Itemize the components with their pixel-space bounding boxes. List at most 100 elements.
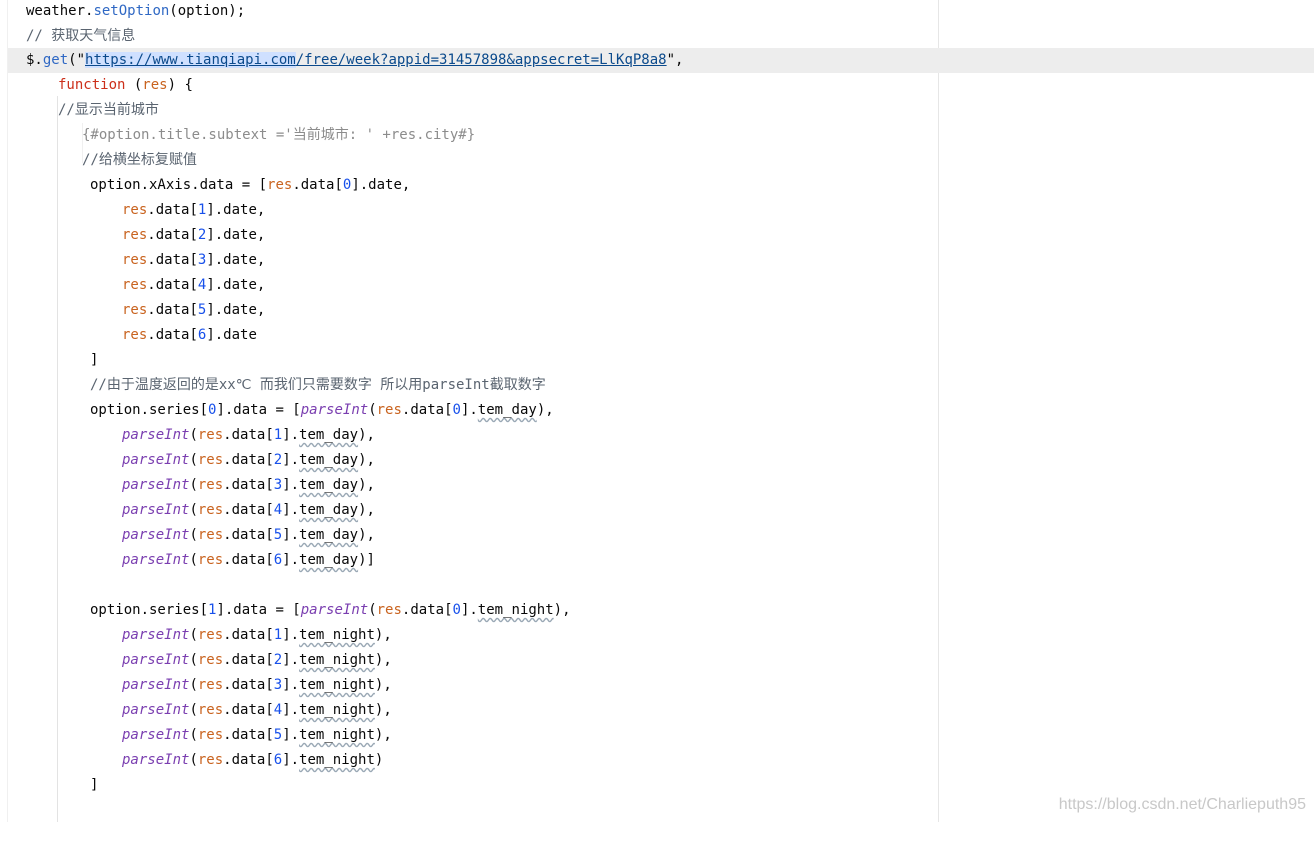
code-line[interactable]: parseInt(res.data[3].tem_day), [0,473,375,498]
code-line[interactable]: parseInt(res.data[5].tem_day), [0,523,375,548]
right-margin-guide [938,0,939,822]
code-token: )] [358,552,375,568]
code-line[interactable]: parseInt(res.data[2].tem_night), [0,648,392,673]
code-line[interactable]: parseInt(res.data[1].tem_night), [0,623,392,648]
number-token: 1 [273,427,283,443]
param-token: res [122,277,148,293]
property-token: tem_day [299,477,359,493]
code-line[interactable]: ] [0,773,98,798]
function-token: parseInt [300,602,369,618]
param-token: res [197,727,224,743]
code-line[interactable]: parseInt(res.data[4].tem_night), [0,698,392,723]
url-link[interactable]: https://www.tianqiapi.com [85,52,296,68]
code-line[interactable]: parseInt(res.data[1].tem_day), [0,423,375,448]
code-comment: {#option.title.subtext ='当前城市: ' +res.ci… [82,127,476,143]
property-token: tem_day [299,452,359,468]
code-line[interactable]: res.data[2].date, [0,223,265,248]
code-token: (option); [169,3,246,19]
code-token: .data[ [147,277,198,293]
code-token: .data[ [223,677,274,693]
code-token: ( [189,452,198,468]
code-token: .data[ [223,502,274,518]
code-token: ), [374,727,392,743]
number-token: 2 [273,452,283,468]
number-token: 6 [273,752,283,768]
code-token: option.series[ [90,602,209,618]
code-token: ]. [282,752,300,768]
code-comment: // 获取天气信息 [26,28,136,44]
code-line[interactable]: //由于温度返回的是xx℃ 而我们只需要数字 所以用parseInt截取数字 [0,373,546,398]
code-token: ]. [282,677,300,693]
function-token: parseInt [122,502,190,518]
property-token: tem_night [477,602,554,618]
code-token: ]. [282,527,300,543]
code-line[interactable]: // 获取天气信息 [0,24,135,49]
code-token: option.series[ [90,402,209,418]
code-line[interactable]: ] [0,348,98,373]
function-token: parseInt [122,727,190,743]
code-token: ( [189,627,198,643]
code-token: .data[ [223,627,274,643]
code-line[interactable]: parseInt(res.data[6].tem_day)] [0,548,375,573]
code-line[interactable]: function (res) { [0,73,193,98]
code-token: ( [189,727,198,743]
param-token: res [122,227,148,243]
code-token: ]. [282,452,300,468]
param-token: res [376,402,402,418]
code-token: ), [374,702,392,718]
property-token: tem_night [299,702,375,718]
code-line[interactable]: parseInt(res.data[4].tem_day), [0,498,375,523]
param-token: res [197,452,224,468]
code-line[interactable]: parseInt(res.data[6].tem_night) [0,748,383,773]
code-token: ].date, [206,277,266,293]
code-line[interactable]: res.data[3].date, [0,248,265,273]
number-token: 6 [273,552,283,568]
code-line[interactable]: parseInt(res.data[3].tem_night), [0,673,392,698]
code-token: ), [553,602,571,618]
code-line[interactable]: //显示当前城市 [0,98,159,123]
keyword-token: function [58,77,126,93]
code-token: ( [189,502,198,518]
code-token: ( [368,402,377,418]
code-token: weather. [26,3,94,19]
code-line[interactable]: option.series[0].data = [parseInt(res.da… [0,398,554,423]
code-line[interactable]: parseInt(res.data[2].tem_day), [0,448,375,473]
code-line[interactable]: option.xAxis.data = [res.data[0].date, [0,173,410,198]
function-token: parseInt [300,402,369,418]
code-token: ), [374,677,392,693]
code-line[interactable]: parseInt(res.data[5].tem_night), [0,723,392,748]
property-token: tem_night [299,677,375,693]
code-token: ]. [282,552,300,568]
code-token: ( [189,677,198,693]
code-token: .data[ [401,402,453,418]
code-line[interactable]: res.data[1].date, [0,198,265,223]
code-token: ), [536,402,554,418]
code-token: ]. [282,427,300,443]
code-token: ( [368,602,377,618]
param-token: res [122,202,148,218]
code-token: ), [374,627,392,643]
code-token: ]. [282,727,300,743]
code-line[interactable]: {#option.title.subtext ='当前城市: ' +res.ci… [0,123,475,148]
code-token: ( [189,477,198,493]
code-line[interactable]: //给横坐标复赋值 [0,148,197,173]
property-token: tem_day [477,402,537,418]
code-token: .data[ [147,227,198,243]
code-line[interactable]: weather.setOption(option); [0,0,245,24]
code-token: ( [189,752,198,768]
code-token: .data[ [223,477,274,493]
param-token: res [122,327,148,343]
param-token: res [197,627,224,643]
code-line-current[interactable]: $.get("https://www.tianqiapi.com/free/we… [8,48,1314,73]
code-line[interactable]: res.data[4].date, [0,273,265,298]
code-line[interactable]: option.series[1].data = [parseInt(res.da… [0,598,571,623]
code-comment: //由于温度返回的是xx℃ 而我们只需要数字 所以用parseInt截取数字 [90,377,546,393]
code-editor[interactable]: weather.setOption(option); // 获取天气信息 $.g… [0,0,1314,822]
param-token: res [197,552,224,568]
code-line[interactable]: res.data[5].date, [0,298,265,323]
code-token: ), [358,477,375,493]
code-token: ), [358,452,375,468]
code-line[interactable]: res.data[6].date [0,323,257,348]
url-link[interactable]: /free/week?appid=31457898&appsecret=LlKq… [296,52,667,68]
code-token: .data[ [401,602,453,618]
